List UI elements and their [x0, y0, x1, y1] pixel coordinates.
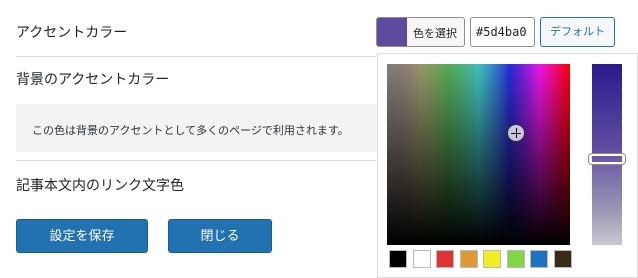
save-button[interactable]: 設定を保存 [16, 219, 148, 253]
close-button[interactable]: 閉じる [168, 219, 272, 253]
color-select-button[interactable]: 色を選択 [376, 17, 465, 47]
palette-swatch[interactable] [389, 250, 407, 268]
divider [16, 160, 376, 161]
palette-swatch[interactable] [413, 250, 431, 268]
palette-swatch[interactable] [436, 250, 454, 268]
palette-swatch[interactable] [530, 250, 548, 268]
current-color-swatch [377, 18, 407, 46]
palette-swatch[interactable] [483, 250, 501, 268]
hex-color-input[interactable]: #5d4ba0 [470, 17, 535, 47]
accent-color-label: アクセントカラー [16, 25, 128, 41]
palette-swatch[interactable] [507, 250, 525, 268]
color-select-label: 色を選択 [413, 27, 457, 40]
palette-swatch[interactable] [554, 250, 572, 268]
value-slider-handle[interactable] [589, 154, 625, 164]
saturation-handle[interactable] [507, 124, 525, 142]
link-color-label: 記事本文内のリンク文字色 [16, 178, 184, 194]
default-button[interactable]: デフォルト [540, 17, 615, 47]
palette-swatch[interactable] [460, 250, 478, 268]
bg-accent-description: この色は背景のアクセントとして多くのページで利用されます。 [32, 124, 349, 137]
saturation-area[interactable] [387, 64, 570, 245]
bg-accent-label: 背景のアクセントカラー [16, 72, 170, 88]
divider [16, 56, 376, 57]
